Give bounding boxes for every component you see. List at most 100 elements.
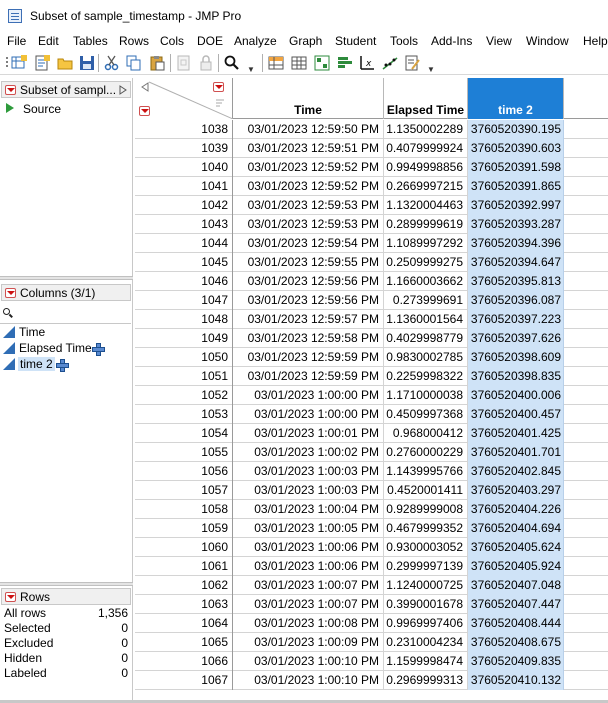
table-row[interactable]: 1041 03/01/2023 12:59:52 PM 0.2669997215 37… xyxy=(135,177,608,196)
cell-time[interactable]: 03/01/2023 12:59:55 PM xyxy=(233,253,384,272)
cell-elapsed-time[interactable]: 0.9830002785 xyxy=(384,348,468,367)
cell-elapsed-time[interactable]: 1.1599998474 xyxy=(384,652,468,671)
table-row[interactable]: 1057 03/01/2023 1:00:03 PM 0.4520001411 376… xyxy=(135,481,608,500)
row-number[interactable]: 1045 xyxy=(135,253,233,272)
script-editor-icon[interactable] xyxy=(404,55,420,71)
cell-elapsed-time[interactable]: 0.273999691 xyxy=(384,291,468,310)
formula-icon[interactable] xyxy=(56,359,69,372)
cell-elapsed-time[interactable]: 0.2509999275 xyxy=(384,253,468,272)
table-icon[interactable] xyxy=(291,55,307,71)
cell-time-2[interactable]: 3760520404.226 xyxy=(468,500,564,519)
row-number[interactable]: 1041 xyxy=(135,177,233,196)
row-number[interactable]: 1066 xyxy=(135,652,233,671)
row-number[interactable]: 1063 xyxy=(135,595,233,614)
menu-view[interactable]: View xyxy=(486,34,512,48)
cell-time[interactable]: 03/01/2023 12:59:58 PM xyxy=(233,329,384,348)
table-row[interactable]: 1065 03/01/2023 1:00:09 PM 0.2310004234 376… xyxy=(135,633,608,652)
cell-time[interactable]: 03/01/2023 1:00:05 PM xyxy=(233,519,384,538)
table-row[interactable]: 1047 03/01/2023 12:59:56 PM 0.273999691 376… xyxy=(135,291,608,310)
row-number[interactable]: 1056 xyxy=(135,462,233,481)
cell-time[interactable]: 03/01/2023 12:59:57 PM xyxy=(233,310,384,329)
table-row[interactable]: 1067 03/01/2023 1:00:10 PM 0.2969999313 376… xyxy=(135,671,608,690)
cell-time-2[interactable]: 3760520390.195 xyxy=(468,120,564,139)
cell-time-2[interactable]: 3760520401.425 xyxy=(468,424,564,443)
table-row[interactable]: 1064 03/01/2023 1:00:08 PM 0.9969997406 376… xyxy=(135,614,608,633)
cell-time[interactable]: 03/01/2023 12:59:52 PM xyxy=(233,177,384,196)
table-row[interactable]: 1059 03/01/2023 1:00:05 PM 0.4679999352 376… xyxy=(135,519,608,538)
cell-elapsed-time[interactable]: 0.2969999313 xyxy=(384,671,468,690)
open-folder-icon[interactable] xyxy=(57,55,73,71)
cell-time[interactable]: 03/01/2023 1:00:02 PM xyxy=(233,443,384,462)
row-number[interactable]: 1038 xyxy=(135,120,233,139)
cell-time[interactable]: 03/01/2023 12:59:50 PM xyxy=(233,120,384,139)
cell-time-2[interactable]: 3760520398.835 xyxy=(468,367,564,386)
row-number[interactable]: 1050 xyxy=(135,348,233,367)
cell-time-2[interactable]: 3760520395.813 xyxy=(468,272,564,291)
cell-time-2[interactable]: 3760520408.675 xyxy=(468,633,564,652)
menu-tables[interactable]: Tables xyxy=(73,34,108,48)
cell-elapsed-time[interactable]: 0.2310004234 xyxy=(384,633,468,652)
cell-elapsed-time[interactable]: 1.1320004463 xyxy=(384,196,468,215)
bar-chart-icon[interactable] xyxy=(337,55,353,71)
cell-time[interactable]: 03/01/2023 1:00:07 PM xyxy=(233,576,384,595)
row-number[interactable]: 1046 xyxy=(135,272,233,291)
cell-elapsed-time[interactable]: 0.9300003052 xyxy=(384,538,468,557)
cell-time[interactable]: 03/01/2023 1:00:06 PM xyxy=(233,538,384,557)
menu-window[interactable]: Window xyxy=(526,34,569,48)
cell-elapsed-time[interactable]: 0.9949998856 xyxy=(384,158,468,177)
chevron-down-icon[interactable]: ▼ xyxy=(247,65,255,74)
chevron-down-icon[interactable]: ▼ xyxy=(427,65,435,74)
row-number[interactable]: 1055 xyxy=(135,443,233,462)
cell-elapsed-time[interactable]: 1.1350002289 xyxy=(384,120,468,139)
table-row[interactable]: 1039 03/01/2023 12:59:51 PM 0.4079999924 37… xyxy=(135,139,608,158)
fit-y-by-x-icon[interactable]: x xyxy=(359,55,375,71)
table-row[interactable]: 1062 03/01/2023 1:00:07 PM 1.1240000725 376… xyxy=(135,576,608,595)
cell-time-2[interactable]: 3760520405.624 xyxy=(468,538,564,557)
cut-icon[interactable] xyxy=(104,55,120,71)
cell-time[interactable]: 03/01/2023 1:00:09 PM xyxy=(233,633,384,652)
grid-corner[interactable] xyxy=(135,78,233,119)
menu-student[interactable]: Student xyxy=(335,34,376,48)
cell-time-2[interactable]: 3760520394.396 xyxy=(468,234,564,253)
cell-time-2[interactable]: 3760520397.626 xyxy=(468,329,564,348)
cell-elapsed-time[interactable]: 0.2760000229 xyxy=(384,443,468,462)
row-number[interactable]: 1058 xyxy=(135,500,233,519)
cell-time-2[interactable]: 3760520394.647 xyxy=(468,253,564,272)
row-number[interactable]: 1040 xyxy=(135,158,233,177)
table-row[interactable]: 1049 03/01/2023 12:59:58 PM 0.4029998779 37… xyxy=(135,329,608,348)
cell-time[interactable]: 03/01/2023 1:00:04 PM xyxy=(233,500,384,519)
table-row[interactable]: 1061 03/01/2023 1:00:06 PM 0.2999997139 376… xyxy=(135,557,608,576)
cell-time-2[interactable]: 3760520393.287 xyxy=(468,215,564,234)
row-number[interactable]: 1064 xyxy=(135,614,233,633)
menu-edit[interactable]: Edit xyxy=(38,34,59,48)
column-header-elapsed-time[interactable]: Elapsed Time xyxy=(384,78,468,119)
cell-time-2[interactable]: 3760520392.997 xyxy=(468,196,564,215)
cell-time[interactable]: 03/01/2023 12:59:59 PM xyxy=(233,367,384,386)
copy-icon[interactable] xyxy=(126,55,142,71)
menu-tools[interactable]: Tools xyxy=(390,34,418,48)
table-panel-header[interactable]: Subset of sampl... xyxy=(1,81,131,98)
cell-time-2[interactable]: 3760520407.447 xyxy=(468,595,564,614)
cell-elapsed-time[interactable]: 0.2669997215 xyxy=(384,177,468,196)
table-row[interactable]: 1038 03/01/2023 12:59:50 PM 1.1350002289 37… xyxy=(135,120,608,139)
cell-time-2[interactable]: 3760520408.444 xyxy=(468,614,564,633)
row-number[interactable]: 1053 xyxy=(135,405,233,424)
rows-red-triangle-icon[interactable] xyxy=(139,106,150,116)
rows-panel-header[interactable]: Rows xyxy=(1,588,131,605)
cell-time-2[interactable]: 3760520396.087 xyxy=(468,291,564,310)
column-header-time-2[interactable]: time 2 xyxy=(468,78,564,119)
run-script-icon[interactable] xyxy=(6,103,14,113)
cell-time-2[interactable]: 3760520402.845 xyxy=(468,462,564,481)
cell-elapsed-time[interactable]: 0.3990001678 xyxy=(384,595,468,614)
cell-time-2[interactable]: 3760520398.609 xyxy=(468,348,564,367)
cell-time-2[interactable]: 3760520391.865 xyxy=(468,177,564,196)
cell-time-2[interactable]: 3760520391.598 xyxy=(468,158,564,177)
cell-time-2[interactable]: 3760520400.457 xyxy=(468,405,564,424)
panel-splitter[interactable] xyxy=(0,276,133,280)
cell-time[interactable]: 03/01/2023 12:59:56 PM xyxy=(233,291,384,310)
cell-elapsed-time[interactable]: 0.4679999352 xyxy=(384,519,468,538)
row-number[interactable]: 1054 xyxy=(135,424,233,443)
table-row[interactable]: 1050 03/01/2023 12:59:59 PM 0.9830002785 37… xyxy=(135,348,608,367)
red-triangle-menu-icon[interactable] xyxy=(5,288,16,298)
table-row[interactable]: 1043 03/01/2023 12:59:53 PM 0.2899999619 37… xyxy=(135,215,608,234)
